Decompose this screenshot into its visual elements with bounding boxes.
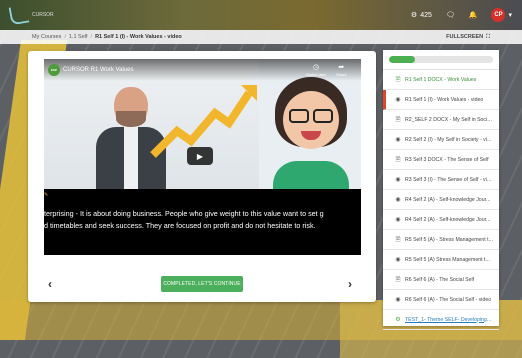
top-bar: CURSOR ⚙ 425 🗨 🔔 CP ▾	[0, 0, 522, 30]
watch-later-label: Watch later	[306, 72, 327, 77]
video-frame: ESP CURSOR R1 Work Values ◷ Watch later …	[44, 59, 361, 189]
character-top	[273, 161, 349, 189]
cartoon-character	[269, 73, 353, 189]
lesson-label: R1 Self 1 (I) - Work Values - video	[405, 96, 484, 103]
lesson-label: R5 Self 5 (A) Stress Management t...	[405, 256, 490, 263]
lesson-card: ESP CURSOR R1 Work Values ◷ Watch later …	[28, 51, 376, 302]
channel-logo[interactable]: ESP	[48, 64, 60, 76]
points-counter[interactable]: ⚙ 425	[410, 11, 432, 20]
presenter-shirt	[124, 127, 138, 189]
character-glasses-right	[313, 109, 333, 123]
share-icon: ➦	[338, 64, 345, 71]
lesson-item[interactable]: ⚙ TEST_1- Theme SELF- Developing a...	[383, 310, 499, 330]
lesson-list-panel: 🗎 R1 Self 1 DOCX - Work Values ◉ R1 Self 1 …	[383, 50, 499, 330]
document-icon: 🗎	[395, 116, 401, 123]
lesson-label: R4 Self 2 (A) - Self-knowledge Jour...	[405, 196, 491, 203]
lesson-list: 🗎 R1 Self 1 DOCX - Work Values ◉ R1 Self 1 …	[383, 70, 499, 330]
lesson-label: R1 Self 1 DOCX - Work Values	[405, 76, 477, 83]
lesson-item[interactable]: 🗎 R1 Self 1 DOCX - Work Values	[383, 70, 499, 90]
document-icon: 🗎	[395, 76, 401, 83]
course-progress	[383, 50, 499, 70]
fullscreen-label: FULLSCREEN	[446, 34, 484, 40]
lesson-item[interactable]: ◉ R1 Self 1 (I) - Work Values - video	[383, 90, 499, 110]
lesson-label: R6 Self 6 (A) - The Social Self	[405, 276, 475, 283]
lesson-item[interactable]: 🗎 R3 Self 3 DOCX - The Sense of Self	[383, 150, 499, 170]
user-menu[interactable]: CP ▾	[491, 8, 512, 22]
caption-icon: ✎	[44, 192, 49, 198]
bell-icon[interactable]: 🔔	[469, 11, 478, 19]
gear-badge-icon: ⚙	[410, 12, 418, 19]
play-icon: ▶	[196, 151, 204, 161]
top-right-actions: ⚙ 425 🗨 🔔 CP ▾	[411, 8, 512, 22]
video-player[interactable]: ESP CURSOR R1 Work Values ◷ Watch later …	[44, 59, 361, 255]
avatar: CP	[491, 8, 506, 22]
presenter-beard	[116, 111, 146, 127]
lesson-label: R2_SELF 2 DOCX - My Self in Society	[405, 116, 493, 123]
video-icon: ◉	[395, 297, 401, 303]
share-button[interactable]: ➦ Share	[336, 63, 347, 77]
lesson-item[interactable]: 🗎 R2_SELF 2 DOCX - My Self in Society	[383, 110, 499, 130]
lesson-label: R3 Self 3 DOCX - The Sense of Self	[405, 156, 489, 163]
lesson-label: TEST_1- Theme SELF- Developing a...	[405, 316, 493, 323]
share-label: Share	[336, 72, 347, 77]
lesson-item[interactable]: ◉ R2 Self 2 (I) - My Self in Society - vi…	[383, 130, 499, 150]
subtitle-line: terprising - It is about doing business.…	[44, 209, 324, 218]
breadcrumb-current: R1 Self 1 (I) - Work Values - video	[95, 34, 182, 40]
progress-track	[389, 56, 493, 63]
document-icon: 🗎	[395, 276, 401, 283]
lesson-item[interactable]: 🗎 R5 Self 5 (A) - Stress Management t...	[383, 230, 499, 250]
subtitle-area: ✎ terprising - It is about doing busines…	[44, 189, 361, 255]
video-icon: ◉	[395, 137, 401, 143]
lesson-label: R2 Self 2 (I) - My Self in Society - vi.…	[405, 136, 492, 143]
video-icon: ◉	[395, 177, 401, 183]
lesson-item[interactable]: ◉ R3 Self 3 (I) - The Sense of Self - vid…	[383, 170, 499, 190]
lesson-item[interactable]: ◉ R6 Self 6 (A) - The Social Self - video	[383, 290, 499, 310]
subtitle-line: d timetables and seek success. They are …	[44, 221, 316, 230]
breadcrumb-item-section[interactable]: 1.1 Self	[69, 34, 88, 40]
logo-mark-icon	[8, 4, 30, 26]
breadcrumb-item-courses[interactable]: My Courses	[32, 34, 61, 40]
lesson-label: R6 Self 6 (A) - The Social Self - video	[405, 296, 492, 303]
fullscreen-button[interactable]: FULLSCREEN ⛶	[446, 34, 490, 41]
document-icon: 🗎	[395, 156, 401, 163]
progress-fill	[389, 56, 415, 63]
lesson-item[interactable]: 🗎 R6 Self 6 (A) - The Social Self	[383, 270, 499, 290]
video-icon: ◉	[395, 97, 401, 103]
next-lesson-button[interactable]: ›	[348, 277, 352, 291]
breadcrumb-separator: /	[64, 34, 66, 40]
video-icon: ◉	[395, 257, 401, 263]
breadcrumb-bar: My Courses / 1.1 Self / R1 Self 1 (I) - …	[0, 30, 522, 44]
lesson-item[interactable]: ◉ R4 Self 2 (A) - Self-knowledge Jour...	[383, 190, 499, 210]
chevron-down-icon: ▾	[508, 12, 512, 19]
breadcrumb: My Courses / 1.1 Self / R1 Self 1 (I) - …	[32, 34, 182, 40]
chat-icon[interactable]: 🗨	[446, 11, 455, 19]
character-glasses-left	[289, 109, 309, 123]
quiz-icon: ⚙	[395, 317, 401, 323]
previous-lesson-button[interactable]: ‹	[48, 277, 52, 291]
document-icon: 🗎	[395, 236, 401, 243]
logo-text: CURSOR	[32, 12, 54, 18]
lesson-item[interactable]: ◉ R4 Self 2 (A) - Self-knowledge Jour...	[383, 210, 499, 230]
lesson-label: R3 Self 3 (I) - The Sense of Self - vid.…	[405, 176, 493, 183]
breadcrumb-separator: /	[90, 34, 93, 40]
video-title-bar: ESP CURSOR R1 Work Values	[48, 64, 133, 76]
video-icon: ◉	[395, 217, 401, 223]
watch-later-button[interactable]: ◷ Watch later	[306, 63, 326, 77]
video-title[interactable]: CURSOR R1 Work Values	[63, 67, 133, 73]
clock-icon: ◷	[312, 64, 320, 71]
complete-continue-button[interactable]: COMPLETED, LET'S CONTINUE	[161, 276, 243, 292]
lesson-label: R4 Self 2 (A) - Self-knowledge Jour...	[405, 216, 491, 223]
site-logo[interactable]: CURSOR	[8, 4, 54, 26]
lesson-item[interactable]: ◉ R5 Self 5 (A) Stress Management t...	[383, 250, 499, 270]
play-button[interactable]: ▶	[187, 147, 213, 165]
video-icon: ◉	[395, 197, 401, 203]
lesson-label: R5 Self 5 (A) - Stress Management t...	[405, 236, 493, 243]
points-value: 425	[420, 11, 432, 19]
fullscreen-icon: ⛶	[486, 33, 490, 40]
